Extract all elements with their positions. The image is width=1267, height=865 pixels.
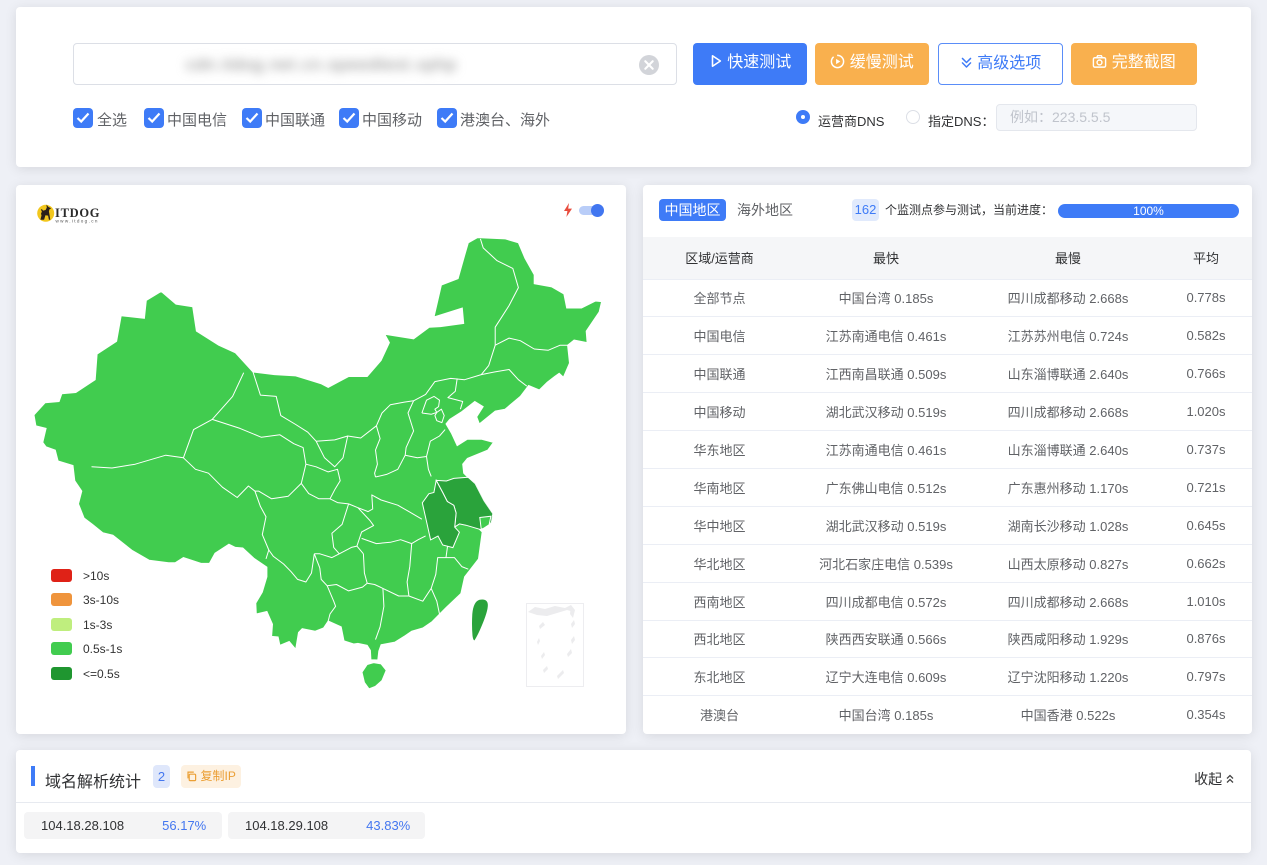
svg-text:www.itdog.cn: www.itdog.cn	[56, 219, 99, 224]
